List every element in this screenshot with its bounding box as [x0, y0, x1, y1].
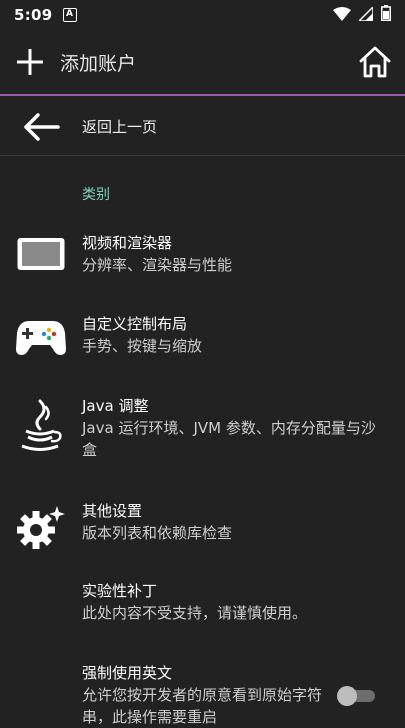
app-bar-title: 添加账户	[60, 52, 137, 75]
home-icon	[359, 46, 391, 78]
item-title: 视频和渲染器	[82, 234, 173, 252]
home-button[interactable]	[345, 29, 405, 95]
wifi-icon	[333, 6, 351, 25]
category-custom-controls[interactable]: 自定义控制布局 手势、按键与缩放	[0, 313, 405, 357]
force-english-toggle[interactable]	[337, 686, 377, 706]
item-subtitle: 手势、按键与缩放	[82, 337, 203, 355]
section-header-categories: 类别	[82, 187, 110, 203]
category-video-renderer[interactable]: 视频和渲染器 分辨率、渲染器与性能	[0, 232, 405, 276]
category-experimental-patches[interactable]: 实验性补丁 此处内容不受支持，请谨慎使用。	[0, 580, 405, 624]
item-subtitle: 允许您按开发者的原意看到原始字符串，此操作需要重启	[82, 686, 323, 726]
gamepad-icon	[0, 313, 82, 357]
item-title: 自定义控制布局	[82, 315, 188, 333]
item-subtitle: 版本列表和依赖库检查	[82, 524, 233, 542]
item-title: 其他设置	[82, 502, 143, 520]
notification-a-icon: A	[62, 8, 77, 22]
app-bar: 添加账户	[0, 30, 405, 96]
java-cup-icon	[0, 395, 82, 461]
item-title: Java 调整	[82, 397, 149, 415]
signal-icon	[357, 4, 374, 25]
item-subtitle: 此处内容不受支持，请谨慎使用。	[82, 604, 308, 622]
add-account-button[interactable]	[0, 29, 60, 95]
battery-icon	[381, 5, 391, 25]
toggle-knob	[337, 686, 357, 706]
category-other-settings[interactable]: 其他设置 版本列表和依赖库检查	[0, 500, 405, 552]
category-java-tweaks[interactable]: Java 调整 Java 运行环境、JVM 参数、内存分配量与沙盒	[0, 395, 405, 461]
display-icon	[0, 232, 82, 276]
back-row[interactable]: 返回上一页	[0, 98, 405, 156]
status-bar: 5:09 A	[0, 0, 405, 30]
item-subtitle: Java 运行环境、JVM 参数、内存分配量与沙盒	[82, 419, 376, 459]
item-title: 实验性补丁	[82, 582, 158, 600]
item-subtitle: 分辨率、渲染器与性能	[82, 256, 233, 274]
status-time: 5:09	[14, 6, 53, 24]
back-arrow-icon	[0, 112, 82, 142]
item-title: 强制使用英文	[82, 664, 173, 682]
back-label: 返回上一页	[82, 118, 158, 136]
gear-sparkle-icon	[0, 500, 82, 552]
plus-icon	[17, 49, 43, 75]
